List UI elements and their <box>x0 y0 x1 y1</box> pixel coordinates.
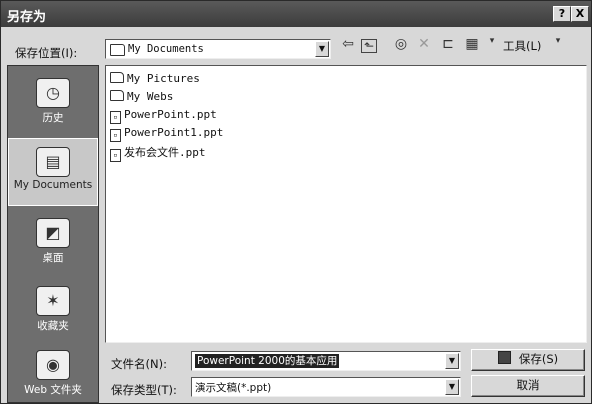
file-name: 发布会文件.ppt <box>124 146 206 159</box>
place-label: Web 文件夹 <box>24 384 82 396</box>
list-item[interactable]: ▫ 发布会文件.ppt <box>110 144 206 162</box>
filename-value: PowerPoint 2000的基本应用 <box>195 354 340 368</box>
place-label: My Documents <box>13 179 93 191</box>
file-name: PowerPoint1.ppt <box>124 126 224 139</box>
help-button[interactable]: ? <box>553 6 571 22</box>
delete-icon[interactable]: ✕ <box>415 36 433 52</box>
filetype-value: 演示文稿(*.ppt) <box>195 382 272 394</box>
save-location-label: 保存位置(I): <box>15 46 78 60</box>
save-as-dialog: 另存为 ? X 保存位置(I): My Documents ▼ ⇦ ⬑ ◎ ✕ … <box>0 0 592 404</box>
tools-menu[interactable]: 工具(L) <box>503 38 541 54</box>
back-icon[interactable]: ⇦ <box>339 36 357 52</box>
place-label: 桌面 <box>42 252 64 264</box>
file-name: My Pictures <box>127 72 200 85</box>
list-item[interactable]: My Webs <box>110 90 173 106</box>
dialog-title: 另存为 <box>7 10 47 25</box>
save-location-value: My Documents <box>128 43 204 55</box>
views-dropdown-icon[interactable]: ▾ <box>483 36 501 46</box>
place-history[interactable]: ◷ 历史 <box>8 70 98 138</box>
floppy-disk-icon <box>497 351 511 364</box>
web-folders-icon: ◉ <box>36 350 70 380</box>
my-documents-icon: ▤ <box>36 147 70 177</box>
filetype-label: 保存类型(T): <box>111 383 177 397</box>
close-button[interactable]: X <box>571 6 589 22</box>
place-favorites[interactable]: ✶ 收藏夹 <box>8 278 98 346</box>
cancel-button-label: 取消 <box>516 378 540 392</box>
filetype-select[interactable]: 演示文稿(*.ppt) ▼ <box>191 377 461 397</box>
save-location-select[interactable]: My Documents ▼ <box>105 39 331 59</box>
folder-icon <box>110 44 125 56</box>
chevron-down-icon[interactable]: ▼ <box>315 41 329 57</box>
up-folder-icon[interactable]: ⬑ <box>361 39 377 53</box>
chevron-down-icon[interactable]: ▼ <box>445 379 459 395</box>
file-name: My Webs <box>127 90 174 103</box>
folder-icon <box>110 90 124 101</box>
save-button-label: 保存(S) <box>518 352 559 366</box>
filename-label: 文件名(N): <box>111 357 167 371</box>
list-item[interactable]: ▫ PowerPoint1.ppt <box>110 126 223 142</box>
place-my-documents[interactable]: ▤ My Documents <box>8 138 98 206</box>
history-icon: ◷ <box>36 78 70 108</box>
place-label: 收藏夹 <box>37 320 69 332</box>
desktop-icon: ◩ <box>36 218 70 248</box>
place-label: 历史 <box>42 112 64 124</box>
file-list: My Pictures My Webs ▫ PowerPoint.ppt ▫ Pow… <box>105 65 587 343</box>
list-item[interactable]: ▫ PowerPoint.ppt <box>110 108 217 124</box>
views-icon[interactable]: ▦ <box>463 36 481 52</box>
places-bar: ◷ 历史 ▤ My Documents ◩ 桌面 ✶ 收藏夹 ◉ Web 文件夹 <box>7 65 99 403</box>
ppt-file-icon: ▫ <box>110 129 121 142</box>
favorites-icon: ✶ <box>36 286 70 316</box>
new-folder-icon[interactable]: ⊏ <box>439 36 457 52</box>
title-bar: 另存为 ? X <box>1 1 591 27</box>
save-button[interactable]: 保存(S) <box>471 349 585 371</box>
place-web-folders[interactable]: ◉ Web 文件夹 <box>8 342 98 410</box>
folder-icon <box>110 72 124 83</box>
cancel-button[interactable]: 取消 <box>471 375 585 397</box>
file-name: PowerPoint.ppt <box>124 108 217 121</box>
place-desktop[interactable]: ◩ 桌面 <box>8 210 98 278</box>
ppt-file-icon: ▫ <box>110 111 121 124</box>
ppt-file-icon: ▫ <box>110 149 121 162</box>
search-web-icon[interactable]: ◎ <box>392 36 410 52</box>
list-item[interactable]: My Pictures <box>110 72 200 88</box>
filename-input[interactable]: PowerPoint 2000的基本应用 ▼ <box>191 351 461 371</box>
chevron-down-icon[interactable]: ▼ <box>445 353 459 369</box>
tools-dropdown-icon[interactable]: ▾ <box>549 36 567 46</box>
